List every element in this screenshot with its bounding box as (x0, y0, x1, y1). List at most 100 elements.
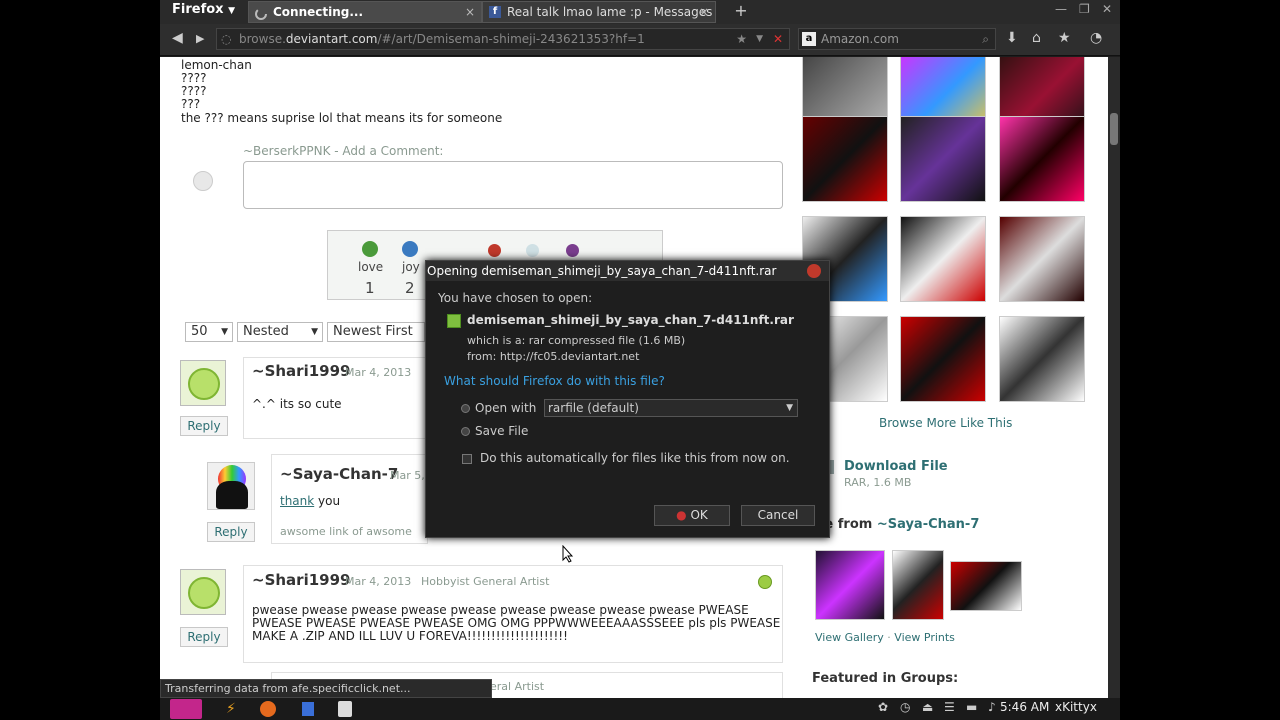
volume-icon[interactable]: ♪ (988, 700, 996, 714)
download-icon[interactable]: ⬇ (1006, 30, 1018, 46)
order-select[interactable]: Newest First (327, 322, 425, 342)
comment-prompt-action: - Add a Comment: (330, 144, 444, 158)
stop-icon[interactable]: ✕ (773, 29, 783, 49)
thumbnail[interactable] (999, 316, 1085, 402)
thumbnail[interactable] (892, 550, 944, 620)
tray-icon[interactable]: ✿ (878, 700, 888, 714)
thread-value: Nested (243, 324, 289, 339)
tray-icon[interactable]: ⏏ (922, 700, 933, 714)
comment-prompt-user[interactable]: ~BerserkPPNK (243, 144, 330, 158)
avatar[interactable] (180, 360, 226, 406)
reply-button[interactable]: Reply (180, 416, 228, 436)
dialog-intro: You have chosen to open: (438, 291, 593, 305)
thread-select[interactable]: Nested ▼ (237, 322, 323, 342)
mood-icon[interactable] (488, 244, 501, 257)
avatar[interactable] (180, 569, 226, 615)
browse-more-link[interactable]: Browse More Like This (879, 416, 1012, 430)
url-bar[interactable]: ◌ browse.deviantart.com/#/art/Demiseman-… (216, 28, 790, 50)
maximize-icon[interactable]: ❐ (1079, 2, 1090, 16)
joy-icon[interactable] (402, 241, 418, 257)
comment-date: Mar 4, 2013 (345, 366, 412, 379)
minimize-icon[interactable]: — (1055, 2, 1067, 16)
thumbnail[interactable] (999, 116, 1085, 202)
taskbar: ⚡ ✿ ◷ ⏏ ☰ ▬ ♪ 5:46 AM xKittyx (160, 698, 1120, 720)
thumbnail[interactable] (815, 550, 885, 620)
comment-link[interactable]: thank (280, 494, 314, 508)
app-icon[interactable] (302, 702, 314, 716)
power-icon[interactable]: ▬ (966, 700, 977, 714)
cancel-button[interactable]: Cancel (741, 505, 815, 526)
network-icon[interactable]: ☰ (944, 700, 955, 714)
tab-title: Connecting... (273, 5, 364, 19)
comment-author[interactable]: ~Saya-Chan-7 (280, 465, 398, 483)
session-user[interactable]: xKittyx (1055, 700, 1097, 714)
avatar[interactable] (207, 462, 255, 510)
page-scrollbar[interactable] (1108, 57, 1120, 698)
search-engine-label: Amazon.com (821, 32, 899, 46)
firefox-menu-button[interactable]: Firefox ▼ (160, 0, 242, 22)
thumbnail[interactable] (999, 216, 1085, 302)
thumbnail[interactable] (950, 561, 1022, 611)
comment-author[interactable]: ~Shari1999 (252, 571, 350, 589)
bookmark-star-icon[interactable]: ★ (736, 29, 747, 49)
tab-messages[interactable]: f Real talk lmao lame :p - Messages × (482, 1, 716, 23)
app-icon[interactable]: ⚡ (226, 701, 240, 717)
close-icon[interactable] (807, 264, 821, 278)
mood-icon[interactable] (566, 244, 579, 257)
back-icon[interactable]: ◀ (172, 30, 183, 46)
ok-button[interactable]: ● OK (654, 505, 730, 526)
home-icon[interactable]: ⌂ (1032, 30, 1041, 46)
comment-input[interactable] (243, 161, 783, 209)
addon-icon[interactable]: ◔ (1090, 30, 1102, 46)
tray-icon[interactable]: ◷ (900, 700, 910, 714)
url-host: deviantart.com (285, 32, 378, 46)
apple-icon (758, 575, 772, 589)
auto-checkbox[interactable] (462, 454, 472, 464)
open-with-radio[interactable] (461, 404, 470, 413)
comment-role: eral Artist (490, 680, 545, 693)
desktop: Firefox ▼ Connecting... × f Real talk lm… (0, 0, 1280, 720)
mood-label-joy: joy (402, 260, 420, 274)
love-icon[interactable] (362, 241, 378, 257)
thumbnail[interactable] (802, 116, 888, 202)
save-file-label: Save File (475, 424, 529, 438)
dialog-title: Opening demiseman_shimeji_by_saya_chan_7… (427, 264, 777, 278)
reply-button[interactable]: Reply (207, 522, 255, 542)
firefox-icon[interactable] (260, 701, 276, 717)
per-page-select[interactable]: 50 ▼ (185, 322, 233, 342)
app-icon[interactable] (338, 701, 352, 717)
per-page-value: 50 (191, 324, 208, 339)
url-prefix: browse. (239, 32, 286, 46)
dialog-question: What should Firefox do with this file? (444, 374, 665, 388)
start-menu-icon[interactable] (170, 699, 202, 719)
close-icon[interactable]: × (465, 2, 475, 22)
tab-connecting[interactable]: Connecting... × (248, 1, 482, 23)
comment-text: pwease pwease pwease pwease pwease pweas… (252, 603, 749, 617)
download-file-link[interactable]: Download File (844, 459, 948, 474)
thumbnail[interactable] (900, 316, 986, 402)
more-from-user-link[interactable]: ~Saya-Chan-7 (877, 517, 980, 532)
close-icon[interactable]: × (699, 2, 709, 22)
view-gallery-link[interactable]: View Gallery (815, 631, 884, 644)
mood-label-love: love (358, 260, 384, 274)
search-icon[interactable]: ⌕ (982, 29, 989, 49)
open-with-label: Open with (475, 401, 537, 415)
close-window-icon[interactable]: ✕ (1102, 2, 1112, 16)
bookmarks-icon[interactable]: ★ (1058, 30, 1071, 46)
search-bar[interactable]: a Amazon.com ⌕ (798, 28, 996, 50)
open-with-app-select[interactable]: rarfile (default) ▼ (544, 399, 798, 417)
forward-icon[interactable]: ▶ (196, 32, 204, 45)
scrollbar-thumb[interactable] (1110, 113, 1118, 145)
save-file-radio[interactable] (461, 427, 470, 436)
new-tab-button[interactable]: + (730, 1, 752, 21)
view-prints-link[interactable]: View Prints (894, 631, 955, 644)
comment-author[interactable]: ~Shari1999 (252, 362, 350, 380)
chevron-down-icon[interactable]: ▼ (756, 29, 763, 49)
chevron-down-icon: ▼ (228, 6, 235, 16)
mood-icon[interactable] (526, 244, 539, 257)
clock[interactable]: 5:46 AM (1000, 700, 1049, 714)
chevron-down-icon: ▼ (311, 327, 318, 337)
thumbnail[interactable] (900, 116, 986, 202)
thumbnail[interactable] (900, 216, 986, 302)
reply-button[interactable]: Reply (180, 627, 228, 647)
